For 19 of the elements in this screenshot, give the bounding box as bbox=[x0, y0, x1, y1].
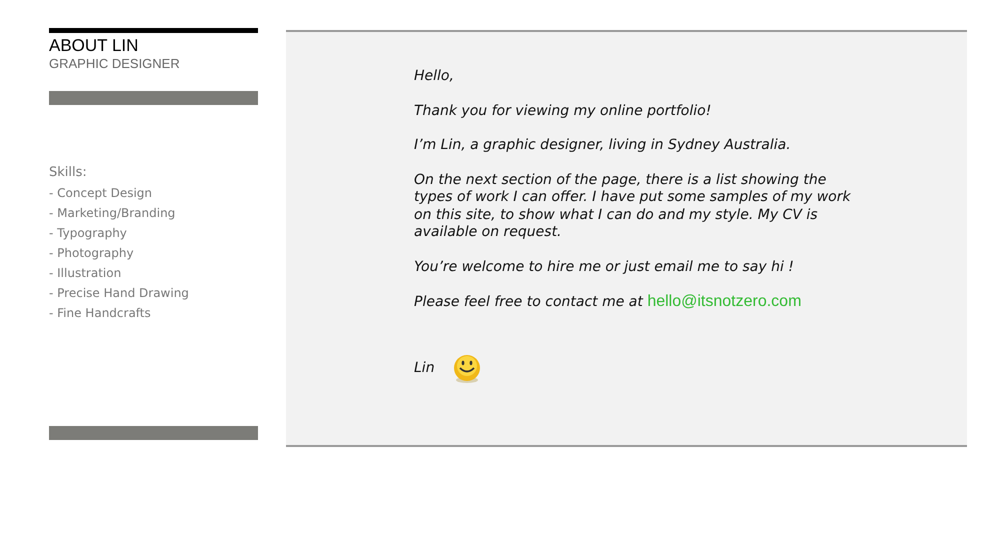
skill-item: - Illustration bbox=[49, 265, 122, 282]
skill-item: - Photography bbox=[49, 245, 135, 262]
skill-item: - Typography bbox=[49, 225, 128, 242]
paragraph: You’re welcome to hire me or just email me to say hi ! bbox=[414, 258, 795, 276]
skill-item: - Marketing/Branding bbox=[49, 205, 176, 222]
paragraph: I’m Lin, a graphic designer, living in Sydney Australia. bbox=[414, 137, 792, 154]
skill-item: - Fine Handcrafts bbox=[49, 305, 152, 322]
contact-sentence: Please feel free to contact me at hello@itsnotzero.com bbox=[414, 293, 802, 312]
skills-heading: Skills: bbox=[49, 164, 88, 182]
email-link[interactable]: hello@itsnotzero.com bbox=[647, 293, 802, 310]
paragraph: On the next section of the page, there is a list showing the types of work I can offer. I have put some samples of my work on this site, to show what I can do and my style. My CV is available on request. bbox=[414, 172, 852, 242]
paragraph: Thank you for viewing my online portfolio! bbox=[414, 102, 712, 120]
smiley-icon bbox=[452, 354, 481, 384]
page-title: ABOUT LIN bbox=[49, 36, 140, 56]
skill-item: - Concept Design bbox=[49, 185, 154, 202]
greeting-text: Hello, bbox=[414, 68, 455, 86]
skill-item: - Precise Hand Drawing bbox=[49, 285, 190, 302]
page-subtitle: GRAPHIC DESIGNER bbox=[49, 56, 181, 72]
signature-text: Lin bbox=[414, 360, 435, 378]
